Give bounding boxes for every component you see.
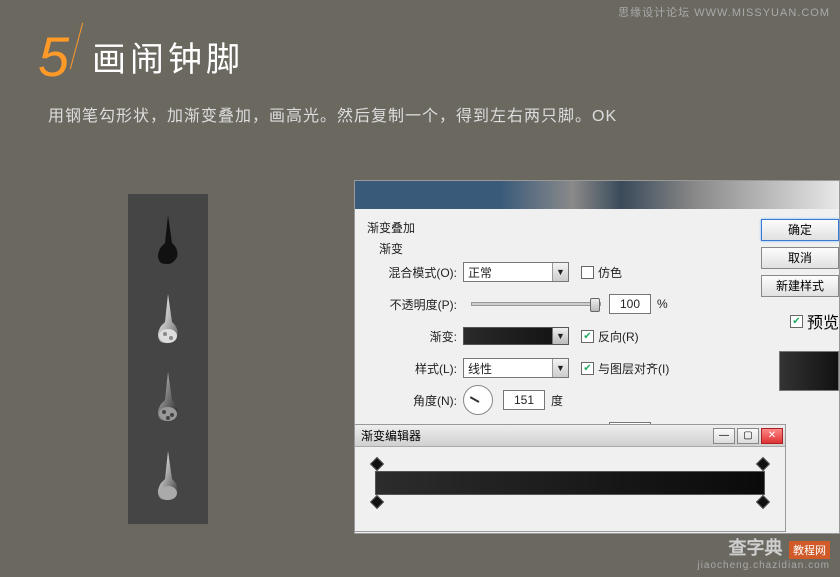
- cancel-button[interactable]: 取消: [761, 247, 839, 269]
- watermark-top: 思缘设计论坛 WWW.MISSYUAN.COM: [618, 4, 830, 20]
- step-description: 用钢笔勾形状，加渐变叠加，画高光。然后复制一个，得到左右两只脚。OK: [48, 102, 617, 126]
- maximize-button[interactable]: ▢: [737, 428, 759, 444]
- opacity-slider[interactable]: [471, 302, 601, 306]
- clock-foot-final-icon: [148, 447, 188, 507]
- opacity-unit: %: [657, 297, 668, 311]
- preview-label: 预览: [807, 309, 839, 333]
- clock-foot-silhouette-icon: [148, 211, 188, 271]
- new-style-button[interactable]: 新建样式: [761, 275, 839, 297]
- opacity-input[interactable]: 100: [609, 294, 651, 314]
- angle-label: 角度(N):: [379, 392, 457, 409]
- blend-mode-value: 正常: [468, 264, 492, 281]
- gradient-label: 渐变:: [379, 328, 457, 345]
- chevron-down-icon: ▼: [552, 263, 568, 281]
- ok-button[interactable]: 确定: [761, 219, 839, 241]
- gradient-swatch[interactable]: ▼: [463, 327, 569, 345]
- reverse-checkbox[interactable]: ✔: [581, 330, 594, 343]
- step-divider: [70, 23, 83, 70]
- blend-mode-select[interactable]: 正常 ▼: [463, 262, 569, 282]
- style-value: 线性: [468, 360, 492, 377]
- foot-variants-panel: [128, 194, 208, 524]
- watermark-tag: 教程网: [789, 541, 830, 559]
- reverse-label: 反向(R): [598, 328, 639, 345]
- preview-checkbox[interactable]: ✔: [790, 315, 803, 328]
- style-select[interactable]: 线性 ▼: [463, 358, 569, 378]
- watermark-url: jiaocheng.chazidian.com: [697, 560, 830, 571]
- align-checkbox[interactable]: ✔: [581, 362, 594, 375]
- gradient-editor-titlebar[interactable]: 渐变编辑器 — ▢ ✕: [355, 425, 785, 447]
- clock-foot-highlight-icon: [148, 290, 188, 350]
- watermark-bottom: 查字典 教程网 jiaocheng.chazidian.com: [697, 534, 830, 571]
- color-stop-right[interactable]: [756, 495, 770, 509]
- opacity-label: 不透明度(P):: [379, 296, 457, 313]
- blend-mode-label: 混合模式(O):: [379, 264, 457, 281]
- chevron-down-icon[interactable]: ▼: [552, 328, 568, 344]
- step-number: 5: [38, 24, 69, 89]
- color-stop-left[interactable]: [370, 495, 384, 509]
- dither-checkbox[interactable]: [581, 266, 594, 279]
- preview-swatch: [779, 351, 839, 391]
- watermark-brand: 查字典: [729, 538, 783, 558]
- clock-foot-shaded-icon: [148, 368, 188, 428]
- chevron-down-icon: ▼: [552, 359, 568, 377]
- gradient-editor-title: 渐变编辑器: [361, 427, 421, 444]
- step-title: 画闹钟脚: [92, 32, 244, 81]
- minimize-button[interactable]: —: [713, 428, 735, 444]
- angle-dial[interactable]: [463, 385, 493, 415]
- dither-label: 仿色: [598, 264, 622, 281]
- gradient-strip[interactable]: [375, 471, 765, 495]
- dialog-titlebar[interactable]: [355, 181, 839, 209]
- angle-input[interactable]: 151: [503, 390, 545, 410]
- gradient-editor-window: 渐变编辑器 — ▢ ✕: [354, 424, 786, 532]
- angle-unit: 度: [551, 392, 563, 409]
- close-button[interactable]: ✕: [761, 428, 783, 444]
- align-label: 与图层对齐(I): [598, 360, 669, 377]
- style-label: 样式(L):: [379, 360, 457, 377]
